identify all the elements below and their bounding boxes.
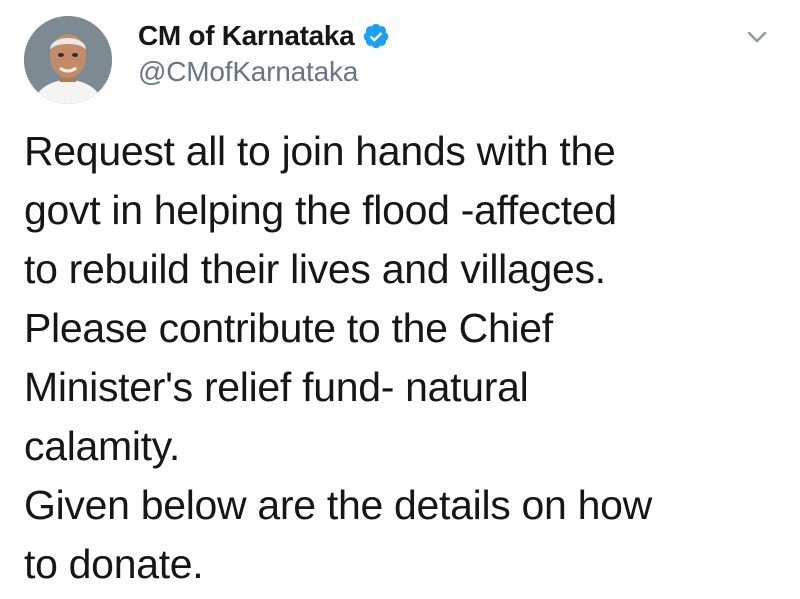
chevron-down-icon[interactable] bbox=[742, 22, 772, 52]
tweet-text-line: to donate. bbox=[24, 541, 204, 587]
tweet-text-line: govt in helping the flood -affected bbox=[24, 187, 617, 233]
tweet-text-line: Minister's relief fund- natural bbox=[24, 364, 529, 410]
verified-badge-icon bbox=[362, 22, 390, 50]
tweet-text-line: to rebuild their lives and villages. bbox=[24, 246, 606, 292]
avatar[interactable] bbox=[24, 16, 112, 104]
tweet-card: CM of Karnataka @CMofKarnataka Request a… bbox=[0, 0, 800, 599]
tweet-text-line: Request all to join hands with the bbox=[24, 128, 616, 174]
tweet-text-line: Given below are the details on how bbox=[24, 482, 652, 528]
tweet-text-line: Please contribute to the Chief bbox=[24, 305, 553, 351]
user-handle[interactable]: @CMofKarnataka bbox=[138, 56, 390, 88]
tweet-text: Request all to join hands with the govt … bbox=[24, 122, 784, 594]
name-row: CM of Karnataka bbox=[138, 18, 390, 54]
display-name[interactable]: CM of Karnataka bbox=[138, 20, 355, 52]
author-info: CM of Karnataka @CMofKarnataka bbox=[138, 18, 390, 88]
tweet-text-line: calamity. bbox=[24, 423, 181, 469]
